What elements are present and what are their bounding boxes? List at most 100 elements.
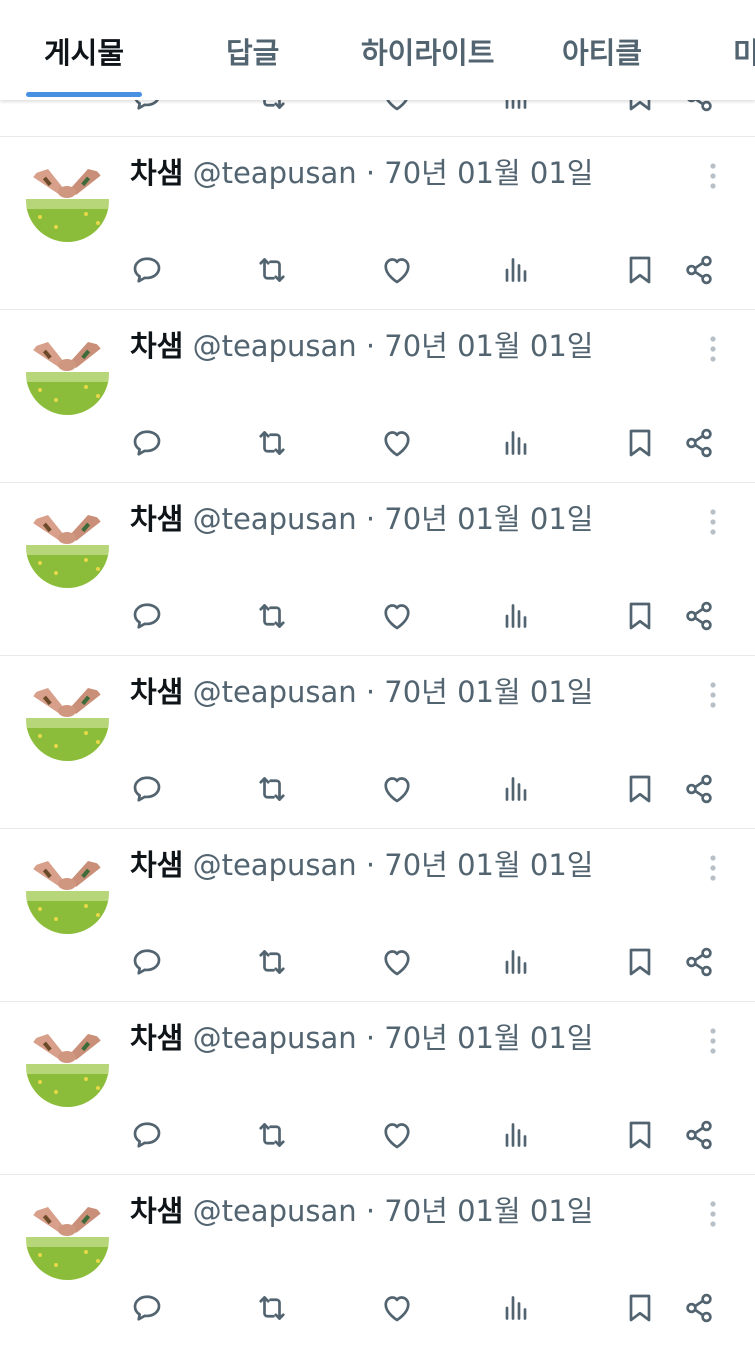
bookmark-button[interactable] <box>622 1117 658 1153</box>
bookmark-button[interactable] <box>622 252 658 288</box>
avatar[interactable] <box>26 159 109 242</box>
post-header: 차샘 @teapusan · 70년 01월 01일 <box>130 1020 593 1056</box>
bookmark-button[interactable] <box>622 944 658 980</box>
post-item[interactable]: 차샘 @teapusan · 70년 01월 01일 <box>0 1001 755 1173</box>
repost-button[interactable] <box>254 771 290 807</box>
bookmark-icon <box>629 1294 651 1322</box>
post-item[interactable]: 차샘 @teapusan · 70년 01월 01일 <box>0 828 755 1000</box>
reply-button[interactable] <box>129 598 165 634</box>
share-button[interactable] <box>681 252 717 288</box>
share-button[interactable] <box>681 598 717 634</box>
display-name[interactable]: 차샘 <box>130 1021 183 1055</box>
share-button[interactable] <box>681 944 717 980</box>
share-button[interactable] <box>681 1290 717 1326</box>
bookmark-button[interactable] <box>622 771 658 807</box>
bookmark-button[interactable] <box>622 1290 658 1326</box>
avatar[interactable] <box>26 678 109 761</box>
like-button[interactable] <box>379 425 415 461</box>
tab-media[interactable]: 미 <box>733 30 755 72</box>
like-button[interactable] <box>379 598 415 634</box>
more-options-button[interactable] <box>700 853 726 883</box>
like-button[interactable] <box>379 1290 415 1326</box>
user-handle[interactable]: @teapusan <box>193 848 357 882</box>
post-date[interactable]: 70년 01월 01일 <box>384 675 593 709</box>
views-button[interactable] <box>498 425 534 461</box>
views-button[interactable] <box>498 598 534 634</box>
tab-replies[interactable]: 답글 <box>226 30 279 72</box>
repost-button[interactable] <box>254 1117 290 1153</box>
repost-button[interactable] <box>254 598 290 634</box>
display-name[interactable]: 차샘 <box>130 329 183 363</box>
post-date[interactable]: 70년 01월 01일 <box>384 156 593 190</box>
post-date[interactable]: 70년 01월 01일 <box>384 329 593 363</box>
repost-button[interactable] <box>254 425 290 461</box>
bookmark-button[interactable] <box>622 598 658 634</box>
user-handle[interactable]: @teapusan <box>193 675 357 709</box>
tab-posts[interactable]: 게시물 <box>44 30 124 72</box>
display-name[interactable]: 차샘 <box>130 675 183 709</box>
more-options-button[interactable] <box>700 680 726 710</box>
reply-icon <box>133 776 161 802</box>
repost-button[interactable] <box>254 252 290 288</box>
share-button[interactable] <box>681 1117 717 1153</box>
share-button[interactable] <box>681 425 717 461</box>
more-options-button[interactable] <box>700 507 726 537</box>
tab-articles[interactable]: 아티클 <box>562 30 642 72</box>
post-item[interactable]: 차샘 @teapusan · 70년 01월 01일 <box>0 309 755 481</box>
like-button[interactable] <box>379 944 415 980</box>
tab-highlights[interactable]: 하이라이트 <box>361 30 494 72</box>
bookmark-button[interactable] <box>622 425 658 461</box>
reply-button[interactable] <box>129 1117 165 1153</box>
views-button[interactable] <box>498 1117 534 1153</box>
bookmark-icon <box>629 602 651 630</box>
more-options-button[interactable] <box>700 161 726 191</box>
more-vertical-icon <box>710 509 716 535</box>
post-item[interactable]: 차샘 @teapusan · 70년 01월 01일 <box>0 655 755 827</box>
reply-button[interactable] <box>129 425 165 461</box>
views-button[interactable] <box>498 944 534 980</box>
display-name[interactable]: 차샘 <box>130 156 183 190</box>
display-name[interactable]: 차샘 <box>130 848 183 882</box>
share-button[interactable] <box>681 771 717 807</box>
avatar[interactable] <box>26 851 109 934</box>
views-button[interactable] <box>498 252 534 288</box>
avatar[interactable] <box>26 1024 109 1107</box>
avatar[interactable] <box>26 1197 109 1280</box>
views-icon <box>505 1123 527 1147</box>
like-icon <box>384 777 410 803</box>
post-date[interactable]: 70년 01월 01일 <box>384 848 593 882</box>
share-icon <box>686 774 712 804</box>
views-button[interactable] <box>498 1290 534 1326</box>
reply-button[interactable] <box>129 771 165 807</box>
more-options-button[interactable] <box>700 334 726 364</box>
like-button[interactable] <box>379 771 415 807</box>
avatar[interactable] <box>26 332 109 415</box>
post-date[interactable]: 70년 01월 01일 <box>384 1021 593 1055</box>
user-handle[interactable]: @teapusan <box>193 502 357 536</box>
post-date[interactable]: 70년 01월 01일 <box>384 1194 593 1228</box>
user-handle[interactable]: @teapusan <box>193 156 357 190</box>
repost-button[interactable] <box>254 944 290 980</box>
more-options-button[interactable] <box>700 1026 726 1056</box>
post-header: 차샘 @teapusan · 70년 01월 01일 <box>130 674 593 710</box>
post-item[interactable]: 차샘 @teapusan · 70년 01월 01일 <box>0 136 755 308</box>
user-handle[interactable]: @teapusan <box>193 329 357 363</box>
more-options-button[interactable] <box>700 1199 726 1229</box>
reply-button[interactable] <box>129 944 165 980</box>
repost-button[interactable] <box>254 1290 290 1326</box>
post-item[interactable]: 차샘 @teapusan · 70년 01월 01일 <box>0 482 755 654</box>
avatar[interactable] <box>26 505 109 588</box>
reply-button[interactable] <box>129 1290 165 1326</box>
bookmark-icon <box>629 1121 651 1149</box>
user-handle[interactable]: @teapusan <box>193 1021 357 1055</box>
reply-button[interactable] <box>129 252 165 288</box>
display-name[interactable]: 차샘 <box>130 1194 183 1228</box>
user-handle[interactable]: @teapusan <box>193 1194 357 1228</box>
like-button[interactable] <box>379 252 415 288</box>
post-date[interactable]: 70년 01월 01일 <box>384 502 593 536</box>
reply-icon <box>133 430 161 456</box>
like-button[interactable] <box>379 1117 415 1153</box>
reply-icon <box>133 949 161 975</box>
views-button[interactable] <box>498 771 534 807</box>
display-name[interactable]: 차샘 <box>130 502 183 536</box>
